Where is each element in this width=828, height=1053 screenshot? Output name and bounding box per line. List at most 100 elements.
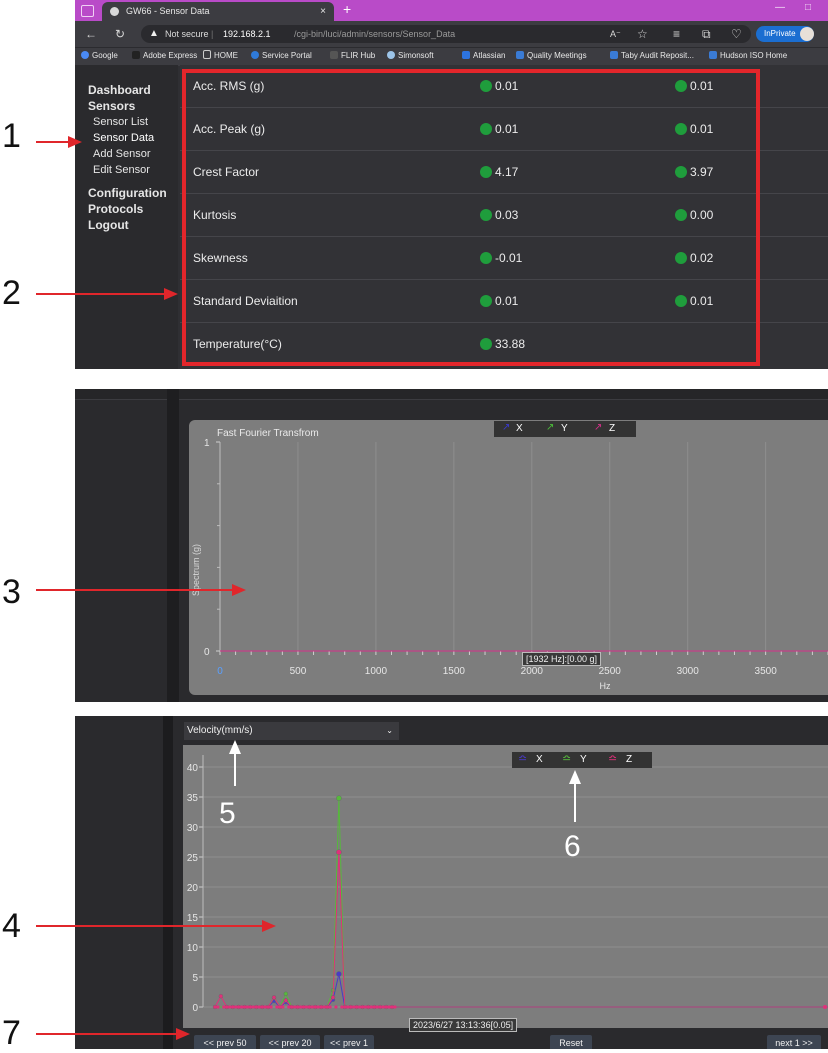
bookmark-adobe-express[interactable]: Adobe Express xyxy=(132,50,197,62)
prev-20-button[interactable]: << prev 20 xyxy=(260,1035,320,1049)
data-point xyxy=(346,1005,350,1009)
favorites-icon[interactable]: ≡ xyxy=(673,27,680,41)
velocity-legend: ≏ X ≏ Y ≏ Z xyxy=(512,752,652,768)
data-point xyxy=(393,1005,397,1009)
data-point xyxy=(336,971,342,977)
data-point xyxy=(287,1005,291,1009)
bookmark-home[interactable]: HOME xyxy=(203,50,238,62)
bookmark-atlassian[interactable]: Atlassian xyxy=(462,50,505,62)
sidebar-item-add-sensor[interactable]: Add Sensor xyxy=(93,148,150,160)
tab-title: GW66 - Sensor Data xyxy=(126,6,210,16)
annotation-arrow-2 xyxy=(36,293,166,295)
velocity-series-y xyxy=(215,798,392,1009)
prev-50-button[interactable]: << prev 50 xyxy=(194,1035,256,1049)
panel-divider xyxy=(163,716,173,1049)
sidebar: Dashboard Sensors Sensor List Sensor Dat… xyxy=(75,65,178,369)
profile-avatar[interactable] xyxy=(800,27,814,41)
favicon-icon xyxy=(110,7,119,16)
sidebar-item-sensor-data[interactable]: Sensor Data xyxy=(93,132,154,144)
adobe-icon xyxy=(132,51,140,59)
annotation-highlight-box xyxy=(182,69,760,366)
data-point xyxy=(283,998,289,1003)
bookmark-flir-hub[interactable]: FLIR Hub xyxy=(330,50,375,62)
fft-x-tick-label: 2500 xyxy=(599,666,622,677)
data-point xyxy=(328,1005,332,1009)
bookmark-service-portal[interactable]: Service Portal xyxy=(251,50,312,62)
series-y-icon: ↗ xyxy=(546,422,555,433)
next-1-button[interactable]: next 1 >> xyxy=(767,1035,821,1049)
fft-legend: ↗ X ↗ Y ↗ Z xyxy=(494,421,636,437)
fft-plot-area: 0 500 1000 1500 2000 2500 3000 3500 0 1 xyxy=(204,438,828,677)
browser-tab[interactable]: GW66 - Sensor Data × xyxy=(102,2,334,21)
arrowhead-right-icon xyxy=(164,288,178,300)
read-aloud-icon[interactable]: A⁻ xyxy=(610,29,621,40)
data-point xyxy=(298,1005,303,1009)
velocity-y-tick-label: 30 xyxy=(187,823,199,834)
back-icon[interactable]: ← xyxy=(85,27,97,41)
fft-xlabel: Hz xyxy=(600,681,611,691)
velocity-y-tick-label: 15 xyxy=(187,913,199,924)
prev-1-button[interactable]: << prev 1 xyxy=(324,1035,374,1049)
data-point xyxy=(352,1005,356,1009)
sidebar-item-sensors[interactable]: Sensors xyxy=(88,99,135,113)
new-tab-button[interactable]: + xyxy=(343,1,351,17)
velocity-tooltip: 2023/6/27 13:13:36[0.05] xyxy=(409,1018,518,1032)
legend-x-label: X xyxy=(516,423,523,434)
bookmark-quality-meetings[interactable]: Quality Meetings xyxy=(516,50,587,62)
data-point xyxy=(381,1005,385,1009)
annotation-arrow-7 xyxy=(36,1033,176,1035)
maximize-icon[interactable]: □ xyxy=(805,2,811,13)
address-bar[interactable]: ▲ Not secure | 192.168.2.1 /cgi-bin/luci… xyxy=(141,25,751,43)
tab-close-button[interactable]: × xyxy=(320,2,326,21)
favorite-star-icon[interactable]: ☆ xyxy=(637,27,648,41)
data-point xyxy=(234,1005,238,1009)
sidebar-item-protocols[interactable]: Protocols xyxy=(88,202,143,216)
health-icon[interactable]: ♡ xyxy=(731,27,742,41)
velocity-y-tick-label: 25 xyxy=(187,853,199,864)
fft-title: Fast Fourier Transfrom xyxy=(217,428,319,439)
arrowhead-right-icon xyxy=(176,1028,190,1040)
fft-x-tick-label: 500 xyxy=(290,666,307,677)
fft-y-tick-label: 0 xyxy=(204,647,210,658)
data-point xyxy=(275,1005,279,1009)
sidebar-item-edit-sensor[interactable]: Edit Sensor xyxy=(93,164,150,176)
bookmark-hudson-iso[interactable]: Hudson ISO Home xyxy=(709,50,787,62)
velocity-plot-area: 0 5 10 15 20 25 30 35 40 xyxy=(187,755,828,1014)
series-x-icon: ≏ xyxy=(518,753,528,765)
data-point xyxy=(336,795,342,802)
sidebar-item-logout[interactable]: Logout xyxy=(88,218,129,232)
velocity-chart-area: 0 5 10 15 20 25 30 35 40 ≏ X ≏ Y ≏ Z 2023/6/27 1… xyxy=(183,745,828,1032)
data-point xyxy=(336,849,342,856)
data-point xyxy=(271,995,277,1000)
refresh-icon[interactable]: ↻ xyxy=(115,27,125,41)
data-point xyxy=(251,1005,255,1009)
sidebar-item-configuration[interactable]: Configuration xyxy=(88,186,167,200)
fft-x-tick-label: 3000 xyxy=(677,666,700,677)
series-z-icon: ≏ xyxy=(608,753,618,765)
data-point xyxy=(334,1005,338,1009)
sidebar-item-dashboard[interactable]: Dashboard xyxy=(88,83,151,97)
legend-x-label: X xyxy=(536,754,543,765)
link-icon xyxy=(709,51,717,59)
series-x-icon: ↗ xyxy=(502,422,511,433)
sidebar-item-sensor-list[interactable]: Sensor List xyxy=(93,116,148,128)
data-point xyxy=(222,1005,226,1009)
annotation-number-3: 3 xyxy=(2,573,21,611)
annotation-number-1: 1 xyxy=(2,117,21,155)
bookmark-google[interactable]: Google xyxy=(81,50,118,62)
link-icon xyxy=(516,51,524,59)
title-bar: GW66 - Sensor Data × + — □ xyxy=(75,0,828,21)
reset-button[interactable]: Reset xyxy=(550,1035,592,1049)
data-point xyxy=(330,995,336,1000)
metric-select[interactable]: Velocity(mm/s) ⌄ xyxy=(184,722,399,740)
chevron-down-icon: ⌄ xyxy=(386,726,393,735)
fft-x-tick-label: 1500 xyxy=(443,666,466,677)
fft-x-tick-label: 0 xyxy=(217,666,223,677)
minimize-icon[interactable]: — xyxy=(775,2,785,13)
collections-icon[interactable]: ⧉ xyxy=(702,27,711,42)
fft-panel: Fast Fourier Transfrom 0 500 1000 1500 2000 2… xyxy=(75,389,828,702)
tab-actions-icon[interactable] xyxy=(81,5,94,17)
data-point xyxy=(369,1005,373,1009)
bookmark-simonsoft[interactable]: Simonsoft xyxy=(387,50,434,62)
bookmark-taby-audit[interactable]: Taby Audit Reposit... xyxy=(610,50,694,62)
